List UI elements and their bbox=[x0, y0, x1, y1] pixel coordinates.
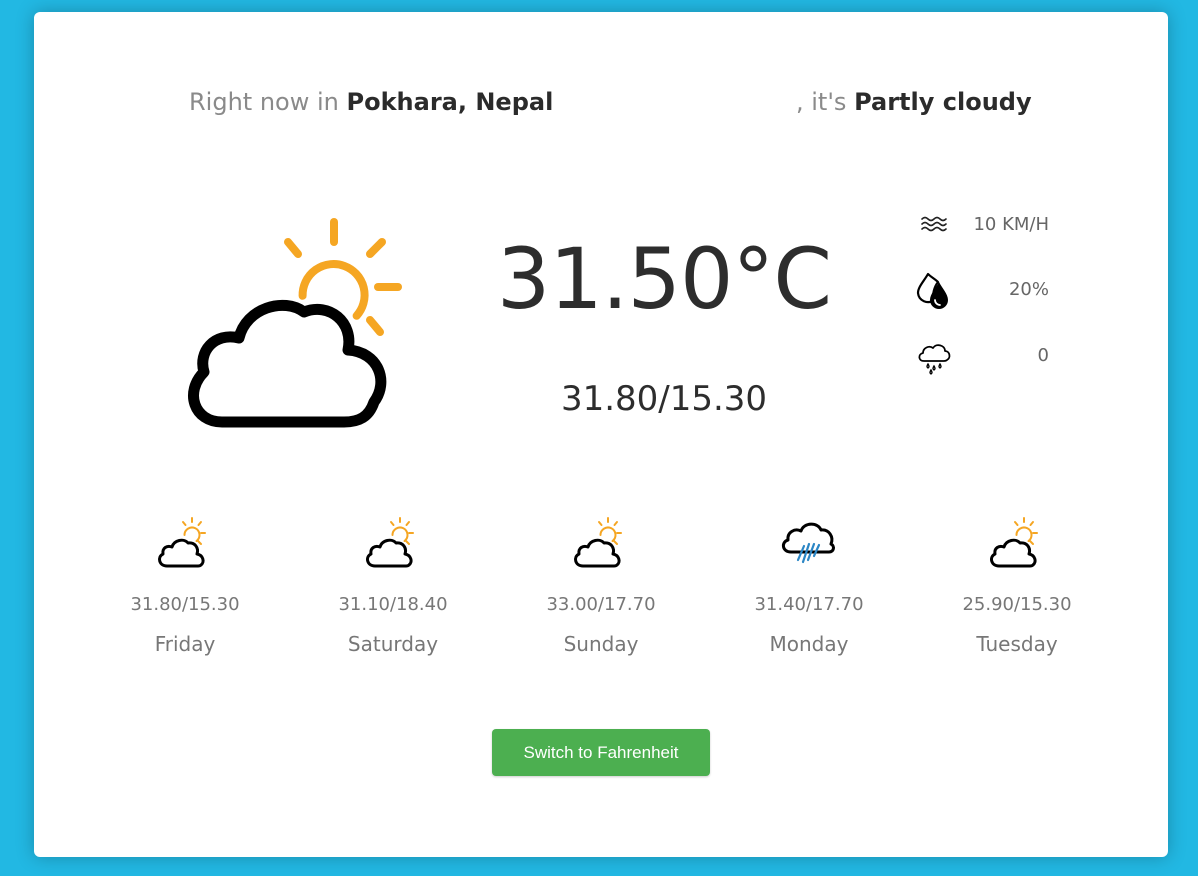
current-temperature: 31.50°C bbox=[496, 230, 832, 328]
current-temperature-range: 31.80/15.30 bbox=[560, 379, 768, 419]
humidity-icon bbox=[916, 272, 948, 309]
partly-cloudy-icon bbox=[188, 218, 402, 428]
precipitation-value: 0 bbox=[1037, 345, 1049, 366]
headline-location: Right now in Pokhara, Nepal bbox=[189, 88, 553, 116]
humidity-value: 20% bbox=[1008, 279, 1049, 300]
forecast-range: 31.80/15.30 bbox=[130, 594, 240, 615]
headline-mid: , it's bbox=[796, 88, 855, 116]
switch-to-fahrenheit-button[interactable]: Switch to Fahrenheit bbox=[492, 729, 710, 776]
partly-cloudy-icon bbox=[990, 517, 1038, 568]
forecast-day-name: Saturday bbox=[347, 632, 439, 656]
precipitation-stat: 0 bbox=[914, 337, 1049, 377]
wind-value: 10 KM/H bbox=[973, 214, 1049, 235]
location-name: Pokhara, Nepal bbox=[346, 88, 554, 116]
forecast-day: 33.00/17.70 Sunday bbox=[516, 512, 686, 656]
forecast-day-name: Tuesday bbox=[976, 632, 1058, 656]
wind-icon bbox=[921, 216, 947, 232]
forecast-range: 25.90/15.30 bbox=[962, 594, 1072, 615]
weather-card: Right now in Pokhara, Nepal , it's Partl… bbox=[34, 12, 1168, 857]
wind-stat: 10 KM/H bbox=[914, 206, 1049, 246]
forecast-day: 31.10/18.40 Saturday bbox=[308, 512, 478, 656]
headline-prefix: Right now in bbox=[189, 88, 347, 116]
forecast-day-name: Friday bbox=[154, 632, 216, 656]
partly-cloudy-icon bbox=[574, 517, 622, 568]
forecast-range: 31.10/18.40 bbox=[338, 594, 448, 615]
partly-cloudy-icon bbox=[158, 517, 206, 568]
forecast-day: 31.40/17.70 Monday bbox=[724, 512, 894, 656]
humidity-stat: 20% bbox=[914, 271, 1049, 311]
rain-icon bbox=[782, 522, 835, 564]
forecast-day: 31.80/15.30 Friday bbox=[100, 512, 270, 656]
forecast-day-name: Monday bbox=[769, 632, 849, 656]
forecast-day: 25.90/15.30 Tuesday bbox=[932, 512, 1102, 656]
condition-name: Partly cloudy bbox=[854, 88, 1032, 116]
forecast-day-name: Sunday bbox=[563, 632, 639, 656]
partly-cloudy-icon bbox=[366, 517, 414, 568]
headline-condition: , it's Partly cloudy bbox=[796, 88, 1032, 116]
forecast-range: 31.40/17.70 bbox=[754, 594, 864, 615]
forecast-range: 33.00/17.70 bbox=[546, 594, 656, 615]
rain-cloud-icon bbox=[918, 344, 951, 375]
